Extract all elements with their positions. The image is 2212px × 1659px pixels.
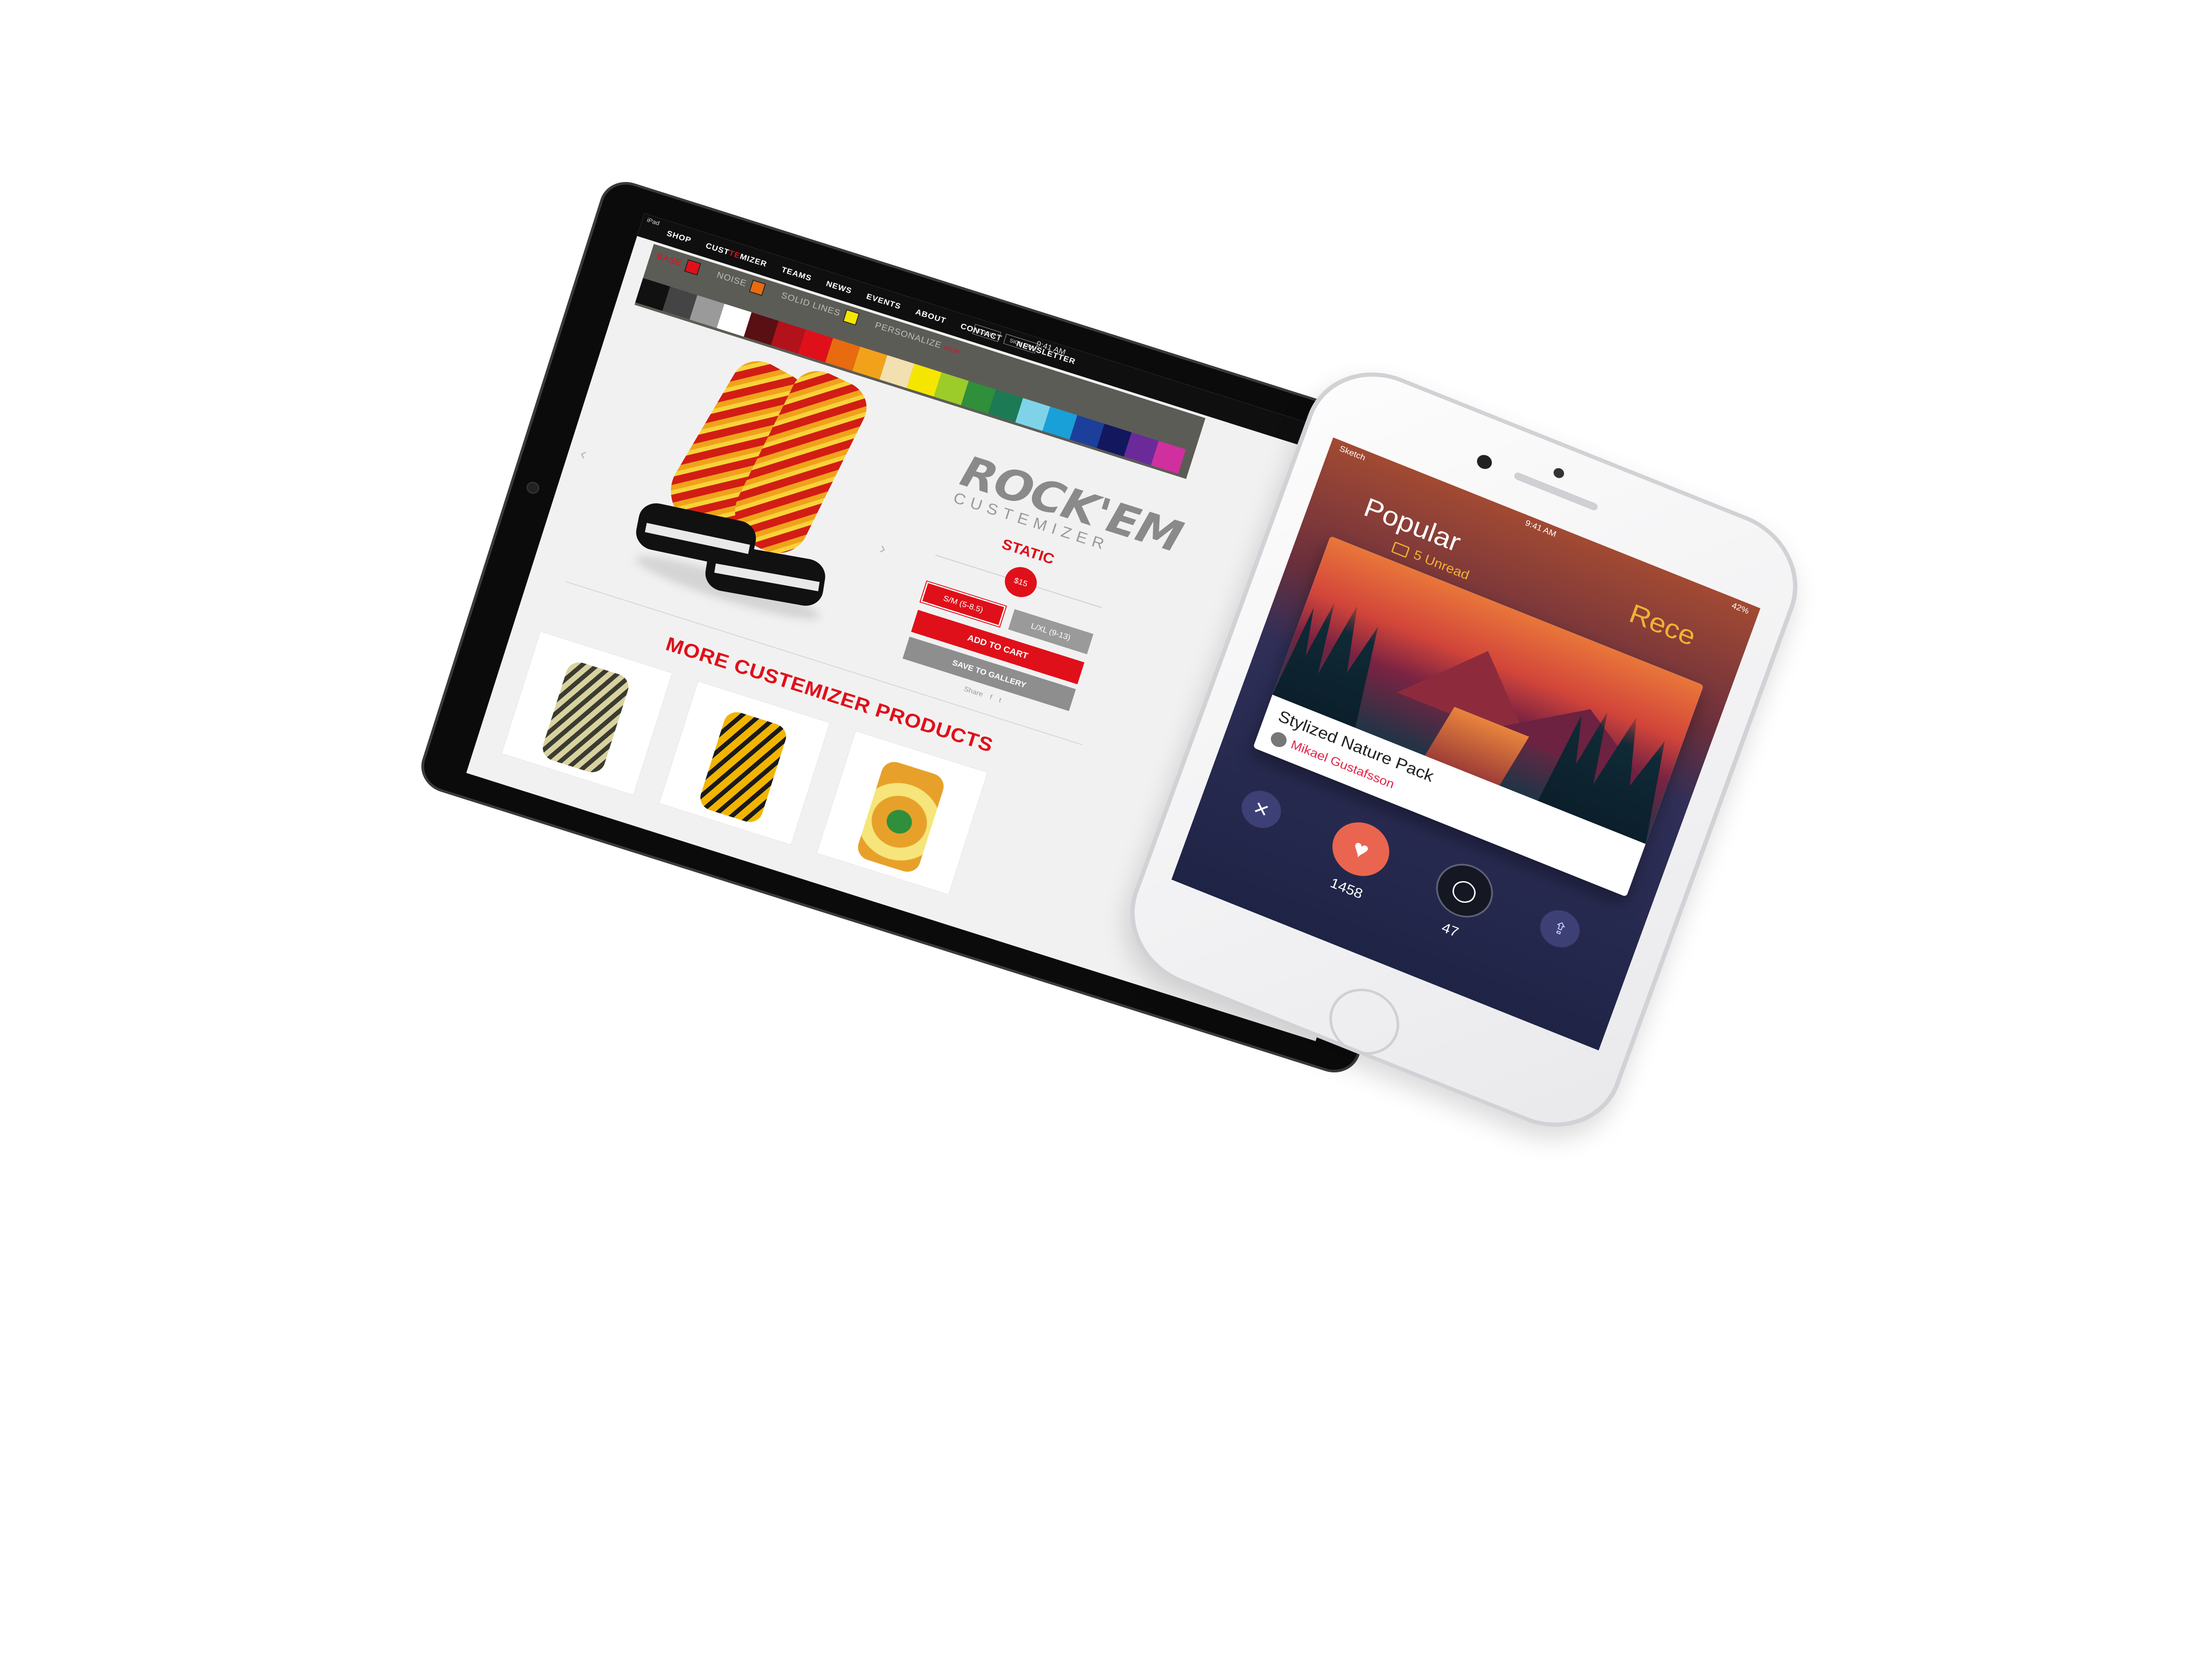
avatar: [1269, 729, 1289, 750]
nav-news[interactable]: NEWS: [825, 279, 853, 296]
base-swatch: [684, 259, 701, 276]
heart-icon[interactable]: ♥: [1325, 814, 1397, 885]
share-label: Share: [963, 685, 984, 699]
nav-events[interactable]: EVENTS: [865, 292, 902, 311]
tab-noise-label: NOISE: [715, 270, 748, 288]
art-trees: [1272, 581, 1397, 728]
share-icon[interactable]: ⇪: [1535, 904, 1585, 953]
twitter-icon[interactable]: t: [998, 696, 1002, 704]
nav-customizer-part1: CUST: [705, 241, 731, 257]
noise-swatch: [748, 279, 766, 296]
comment-icon[interactable]: ◯: [1429, 855, 1500, 926]
product-card[interactable]: [659, 681, 830, 845]
chevron-left-icon[interactable]: ‹: [578, 444, 589, 464]
facebook-icon[interactable]: f: [989, 694, 993, 701]
battery: 42%: [1730, 601, 1750, 616]
new-badge: NEW: [943, 343, 961, 355]
nav-customizer-part2: MIZER: [739, 252, 768, 269]
login-button[interactable]: LOGIN: [972, 324, 1001, 342]
product-thumbnail: [697, 708, 789, 826]
card-artwork: [1272, 536, 1704, 844]
nav-teams[interactable]: TEAMS: [780, 265, 812, 283]
product-card[interactable]: [501, 631, 673, 795]
product-thumbnail: [539, 659, 632, 776]
envelope-icon: [1391, 541, 1410, 558]
product-panel: ROCK'EM CUSTEMIZER STATIC $15 S/M (5-8.5…: [898, 446, 1188, 739]
signup-button[interactable]: SIGN UP: [1003, 334, 1038, 354]
comment-count: 47: [1440, 919, 1461, 941]
tab-recent[interactable]: Rece: [1625, 598, 1700, 652]
nav-about[interactable]: ABOUT: [914, 307, 947, 325]
tab-base-label: BASE: [655, 251, 683, 268]
product-thumbnail: [854, 758, 947, 876]
lines-swatch: [842, 309, 860, 326]
nav-shop[interactable]: SHOP: [665, 229, 693, 245]
product-card[interactable]: [816, 730, 988, 895]
like-count: 1458: [1328, 875, 1365, 902]
close-icon[interactable]: ✕: [1236, 785, 1286, 834]
chevron-right-icon[interactable]: ›: [877, 539, 889, 559]
ipad-status-device: iPad: [646, 216, 661, 227]
price-badge: $15: [1001, 563, 1041, 601]
